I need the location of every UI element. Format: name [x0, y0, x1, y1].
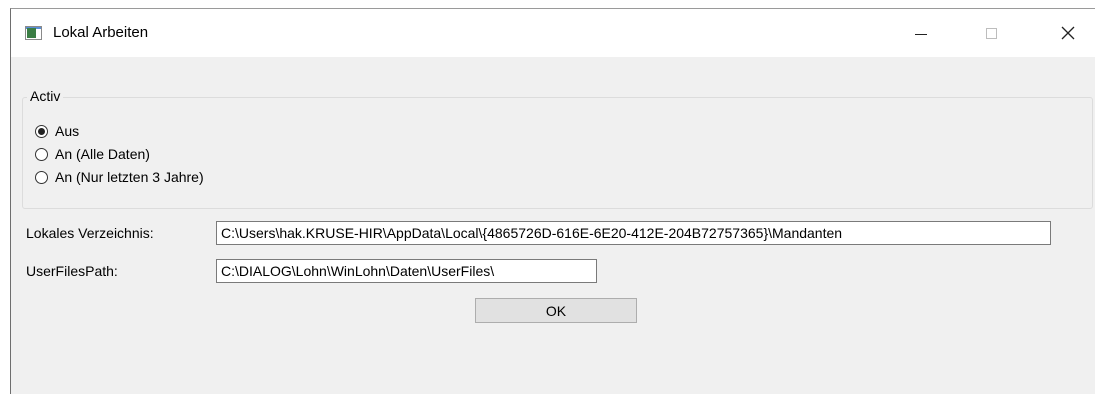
maximize-icon [985, 27, 997, 39]
radio-option-nur-letzten-3-jahre[interactable]: An (Nur letzten 3 Jahre) [35, 169, 204, 185]
radio-option-alle-daten[interactable]: An (Alle Daten) [35, 146, 150, 162]
radio-nur-letzten-3-jahre-label: An (Nur letzten 3 Jahre) [55, 169, 204, 185]
radio-alle-daten-icon[interactable] [35, 147, 48, 161]
title-bar[interactable]: Lokal Arbeiten [11, 9, 1095, 57]
ok-button[interactable]: OK [475, 298, 637, 323]
app-icon [25, 26, 42, 40]
close-button[interactable] [1045, 15, 1091, 51]
radio-option-aus[interactable]: Aus [35, 123, 79, 139]
close-icon [1061, 26, 1075, 40]
radio-aus-label: Aus [55, 123, 80, 139]
dialog-window: Lokal Arbeiten Activ Aus An (Alle Daten)… [10, 8, 1095, 394]
window-title: Lokal Arbeiten [53, 24, 149, 41]
activ-group-legend: Activ [27, 88, 64, 104]
radio-alle-daten-label: An (Alle Daten) [55, 146, 150, 162]
userfiles-path-field[interactable]: C:\DIALOG\Lohn\WinLohn\Daten\UserFiles\ [216, 259, 597, 283]
minimize-button[interactable] [898, 15, 944, 51]
local-dir-field[interactable]: C:\Users\hak.KRUSE-HIR\AppData\Local\{48… [216, 221, 1051, 245]
radio-nur-letzten-3-jahre-icon[interactable] [35, 170, 48, 184]
maximize-button[interactable] [968, 15, 1014, 51]
radio-aus-icon[interactable] [35, 124, 48, 138]
activ-groupbox [22, 97, 1093, 209]
minimize-icon [915, 33, 927, 35]
local-dir-label: Lokales Verzeichnis: [26, 225, 154, 241]
userfiles-path-label: UserFilesPath: [26, 263, 118, 279]
